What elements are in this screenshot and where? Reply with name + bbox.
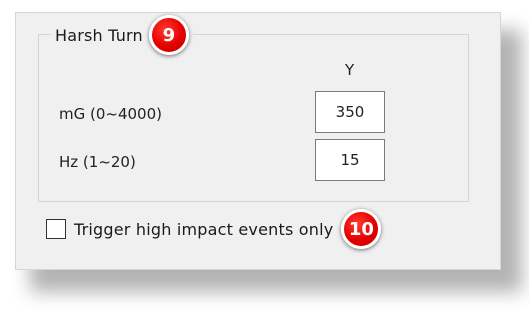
trigger-high-impact-checkbox[interactable] bbox=[46, 219, 66, 239]
column-header-y: Y bbox=[345, 61, 355, 79]
hz-input[interactable] bbox=[315, 139, 385, 181]
hz-label: Hz (1~20) bbox=[59, 153, 136, 171]
groupbox-legend: Harsh Turn 9 bbox=[51, 15, 193, 55]
groupbox-title: Harsh Turn bbox=[55, 25, 143, 45]
trigger-option-row: Trigger high impact events only 10 bbox=[46, 209, 382, 249]
callout-badge-10: 10 bbox=[341, 209, 382, 249]
callout-badge-9: 9 bbox=[148, 15, 189, 55]
trigger-high-impact-label[interactable]: Trigger high impact events only bbox=[74, 220, 333, 239]
mg-label: mG (0~4000) bbox=[59, 105, 162, 123]
harsh-turn-groupbox: Harsh Turn 9 Y mG (0~4000) Hz (1~20) bbox=[38, 15, 469, 202]
settings-panel: Harsh Turn 9 Y mG (0~4000) Hz (1~20) Tri… bbox=[15, 12, 501, 270]
screenshot-stage: Harsh Turn 9 Y mG (0~4000) Hz (1~20) Tri… bbox=[0, 0, 529, 315]
mg-input[interactable] bbox=[315, 91, 385, 133]
